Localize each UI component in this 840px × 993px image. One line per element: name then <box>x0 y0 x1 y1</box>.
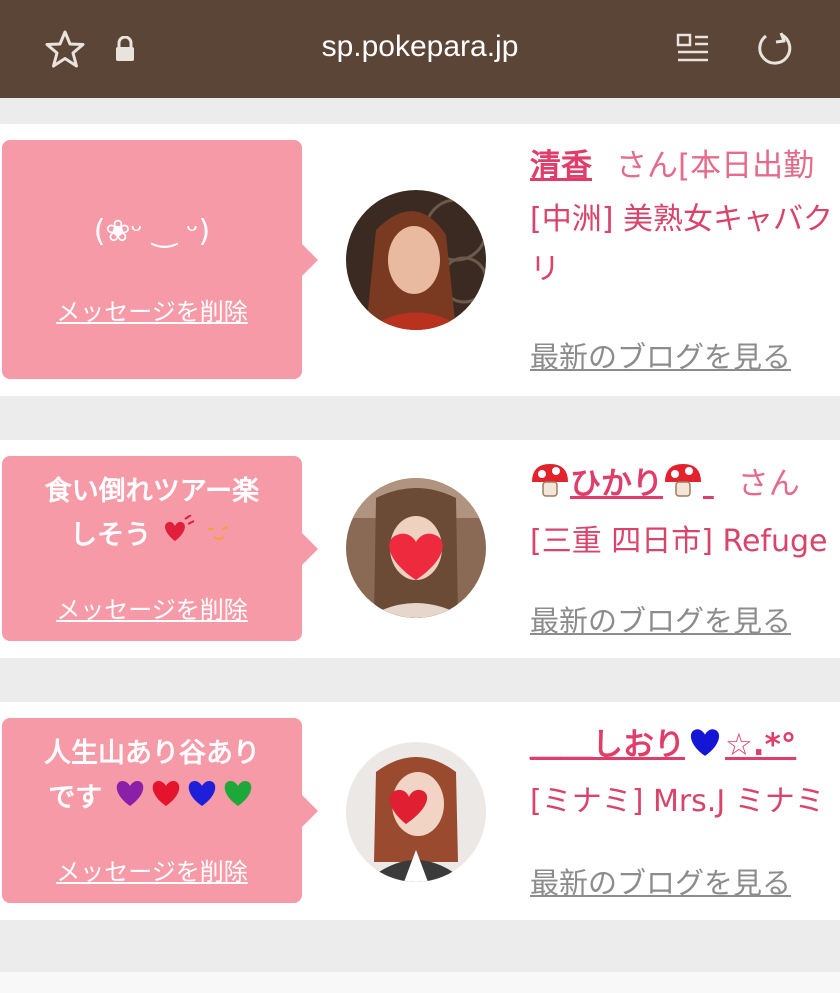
message-line-text: です <box>48 782 103 814</box>
latest-blog-link[interactable]: 最新のブログを見る <box>530 598 791 640</box>
blue-heart-icon <box>184 776 220 822</box>
favorite-card: 人生山あり谷あり です メッセージを削除 ＿＿しおり ☆.*° [ミナミ] Mrs… <box>0 702 840 920</box>
next-card-partial <box>0 972 840 993</box>
browser-toolbar: sp.pokepara.jp <box>0 0 840 98</box>
red-heart-icon <box>148 776 184 822</box>
name-line: 清香 さん[本日出勤 <box>530 146 840 186</box>
message-bubble: (❀ᵕ ‿ ᵕ) メッセージを削除 <box>2 140 318 379</box>
delete-message-link[interactable]: メッセージを削除 <box>2 852 302 887</box>
member-name-text: ひかり <box>570 465 663 502</box>
honorific: さん[本日出勤 <box>616 148 815 184</box>
message-text: (❀ᵕ ‿ ᵕ) <box>93 214 211 249</box>
address-bar-url[interactable]: sp.pokepara.jp <box>0 30 840 64</box>
member-name-link[interactable]: ＿＿しおり ☆.*° <box>530 727 796 763</box>
avatar[interactable] <box>346 742 486 882</box>
purple-heart-icon <box>112 776 148 822</box>
heart-sparkle-icon <box>161 513 195 559</box>
member-name-text: しおり <box>592 726 685 763</box>
member-name-link[interactable]: 清香 <box>530 148 592 184</box>
reload-icon[interactable] <box>753 28 795 70</box>
message-line-text: しそう <box>70 520 152 551</box>
message-line-2: しそう <box>12 513 292 559</box>
favorite-card: 食い倒れツアー楽 しそう メッセージを削除 ひかり さん [三重 四日市] Re… <box>0 440 840 658</box>
green-heart-icon <box>220 776 256 822</box>
delete-message-link[interactable]: メッセージを削除 <box>2 292 302 327</box>
member-info: 清香 さん[本日出勤 [中洲] 美熟女キャバク リ <box>530 146 840 298</box>
member-name-prefix: ＿＿ <box>530 726 592 763</box>
member-info: ＿＿しおり ☆.*° [ミナミ] Mrs.J ミナミ <box>530 724 840 830</box>
shop-line: [三重 四日市] Refuge <box>530 524 828 559</box>
reader-icon[interactable] <box>672 28 714 70</box>
mushroom-icon <box>530 462 570 508</box>
latest-blog-link[interactable]: 最新のブログを見る <box>530 334 791 376</box>
name-line: ＿＿しおり ☆.*° <box>530 724 840 768</box>
blue-heart-icon <box>685 724 725 768</box>
avatar[interactable] <box>346 478 486 618</box>
message-line-2: です <box>12 776 292 822</box>
shop-line: [ミナミ] Mrs.J ミナミ <box>530 784 825 819</box>
latest-blog-link[interactable]: 最新のブログを見る <box>530 860 791 902</box>
message-text: 食い倒れツアー楽 しそう <box>12 470 292 559</box>
message-line: 食い倒れツアー楽 <box>44 476 260 507</box>
member-name-link[interactable]: ひかり <box>530 464 714 502</box>
name-line: ひかり さん <box>530 462 840 508</box>
mushroom-icon <box>663 462 703 508</box>
delete-message-link[interactable]: メッセージを削除 <box>2 590 302 625</box>
message-line: 人生山あり谷あり <box>44 738 260 769</box>
message-bubble: 人生山あり谷あり です メッセージを削除 <box>2 718 318 903</box>
favorite-card: (❀ᵕ ‿ ᵕ) メッセージを削除 清香 さん[本日出勤 [中洲] 美熟女キャバク… <box>0 124 840 396</box>
shop-line-continued: リ <box>530 252 560 287</box>
message-text: 人生山あり谷あり です <box>12 732 292 822</box>
wink-face-icon <box>204 515 234 559</box>
shop-line: [中洲] 美熟女キャバク <box>530 202 833 237</box>
message-bubble: 食い倒れツアー楽 しそう メッセージを削除 <box>2 456 318 641</box>
honorific: さん <box>737 465 800 502</box>
member-name-suffix: ☆.*° <box>725 726 797 763</box>
member-info: ひかり さん [三重 四日市] Refuge <box>530 462 840 570</box>
avatar[interactable] <box>346 190 486 330</box>
